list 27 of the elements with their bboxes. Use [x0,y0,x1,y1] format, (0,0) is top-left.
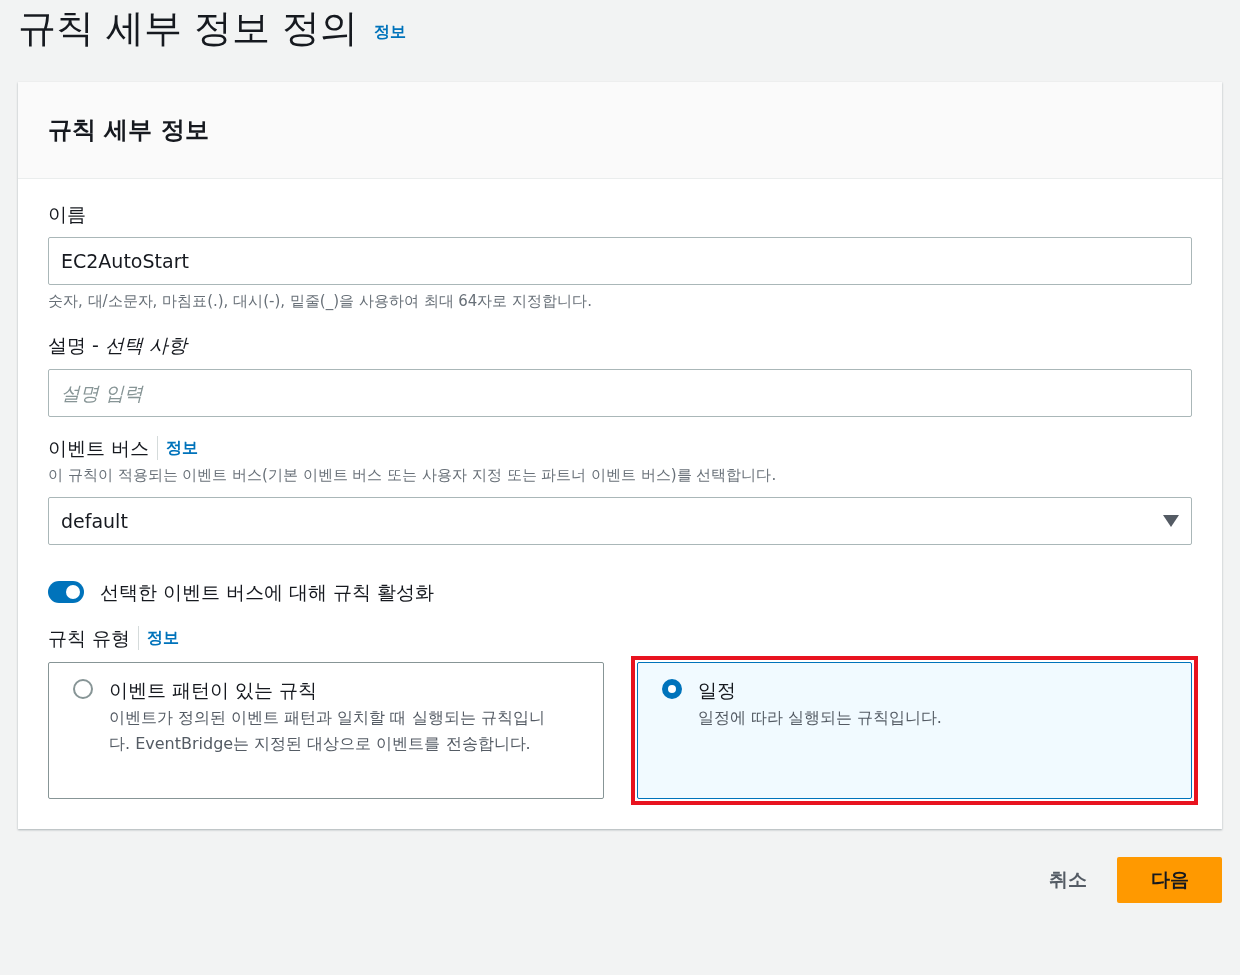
field-hint: 숫자, 대/소문자, 마침표(.), 대시(-), 밑줄(_)을 사용하여 최대 64자로 지정합니다. [48,291,593,312]
toggle-switch[interactable] [48,580,84,603]
name-input-field[interactable]: EC2AutoStart [48,237,1192,285]
radio-button[interactable] [661,678,682,699]
rule-type-option[interactable]: 일정 일정에 따라 실행되는 규칙입니다. [636,661,1192,799]
event-bus-select[interactable]: default [48,496,1192,545]
option-description: 일정에 따라 실행되는 규칙입니다. [697,706,943,729]
toggle-label: 선택한 이벤트 버스에 대해 규칙 활성화 [100,579,435,605]
info-link[interactable]: 정보 [166,436,199,461]
rule-type-option[interactable]: 이벤트 패턴이 있는 규칙 이벤트가 정의된 이벤트 패턴과 일치할 때 실행되는 규칙입니다. EventBridge는 지정된 대상으로 이벤트를 전송합니다. [48,661,604,799]
radio-button[interactable] [73,678,93,699]
page-title: 규칙 세부 정보 정의 [18,6,359,52]
option-title: 이벤트 패턴이 있는 규칙 [109,677,319,703]
field-label: 이름 [48,201,87,227]
option-title: 일정 [697,677,737,703]
next-button[interactable]: 다음 [1117,856,1222,903]
description-input-field[interactable]: 설명 입력 [48,368,1192,417]
info-link[interactable]: 정보 [374,19,407,44]
field-label: 이벤트 버스 [48,435,150,461]
info-link[interactable]: 정보 [147,626,180,651]
field-hint: 이 규칙이 적용되는 이벤트 버스(기본 이벤트 버스 또는 사용자 지정 또는 파트너 이벤트 버스)를 선택합니다. [48,465,778,487]
field-label: 설명 - 선택 사항 [48,333,190,359]
caret-icon [1163,514,1179,527]
field-label: 규칙 유형 [48,626,131,652]
cancel-button[interactable]: 취소 [1043,864,1093,895]
card-header: 규칙 세부 정보 [18,81,1222,179]
option-description: 이벤트가 정의된 이벤트 패턴과 일치할 때 실행되는 규칙입니다. EventBridge는 지정된 대상으로 이벤트를 전송합니다. [109,706,546,755]
